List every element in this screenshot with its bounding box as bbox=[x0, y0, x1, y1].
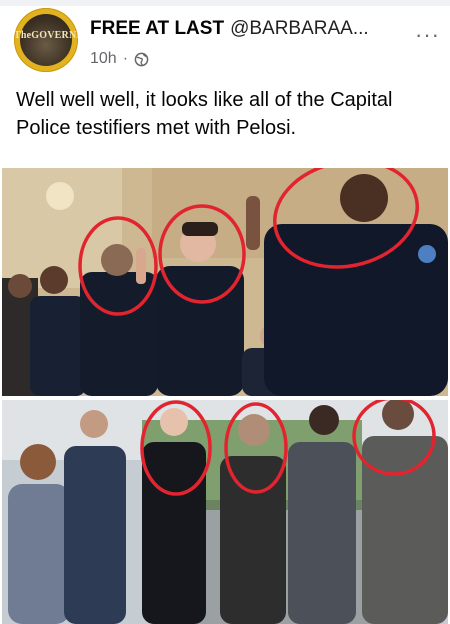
author-name[interactable]: FREE AT LAST bbox=[90, 18, 224, 39]
avatar-text: TheGOVERNERE bbox=[14, 30, 78, 41]
meta-separator: · bbox=[122, 50, 129, 67]
post-text: Well well well, it looks like all of the… bbox=[16, 89, 393, 139]
post-image-bottom-graphic bbox=[2, 400, 448, 624]
author-handle[interactable]: @BARBARAA... bbox=[230, 18, 369, 39]
post-card: TheGOVERNERE FREE AT LAST @BARBARAA... 10… bbox=[0, 0, 450, 624]
top-strip bbox=[0, 0, 450, 6]
post-image-top[interactable] bbox=[2, 168, 448, 396]
post-meta: 10h · bbox=[90, 50, 149, 68]
post-time[interactable]: 10h bbox=[90, 50, 117, 68]
post-image-top-graphic bbox=[2, 168, 448, 396]
globe-icon[interactable] bbox=[134, 52, 149, 67]
author-line[interactable]: FREE AT LAST @BARBARAA... bbox=[90, 18, 369, 40]
more-options-icon[interactable]: ··· bbox=[415, 22, 440, 48]
post-image-bottom[interactable] bbox=[2, 400, 448, 624]
avatar[interactable]: TheGOVERNERE bbox=[14, 8, 78, 72]
